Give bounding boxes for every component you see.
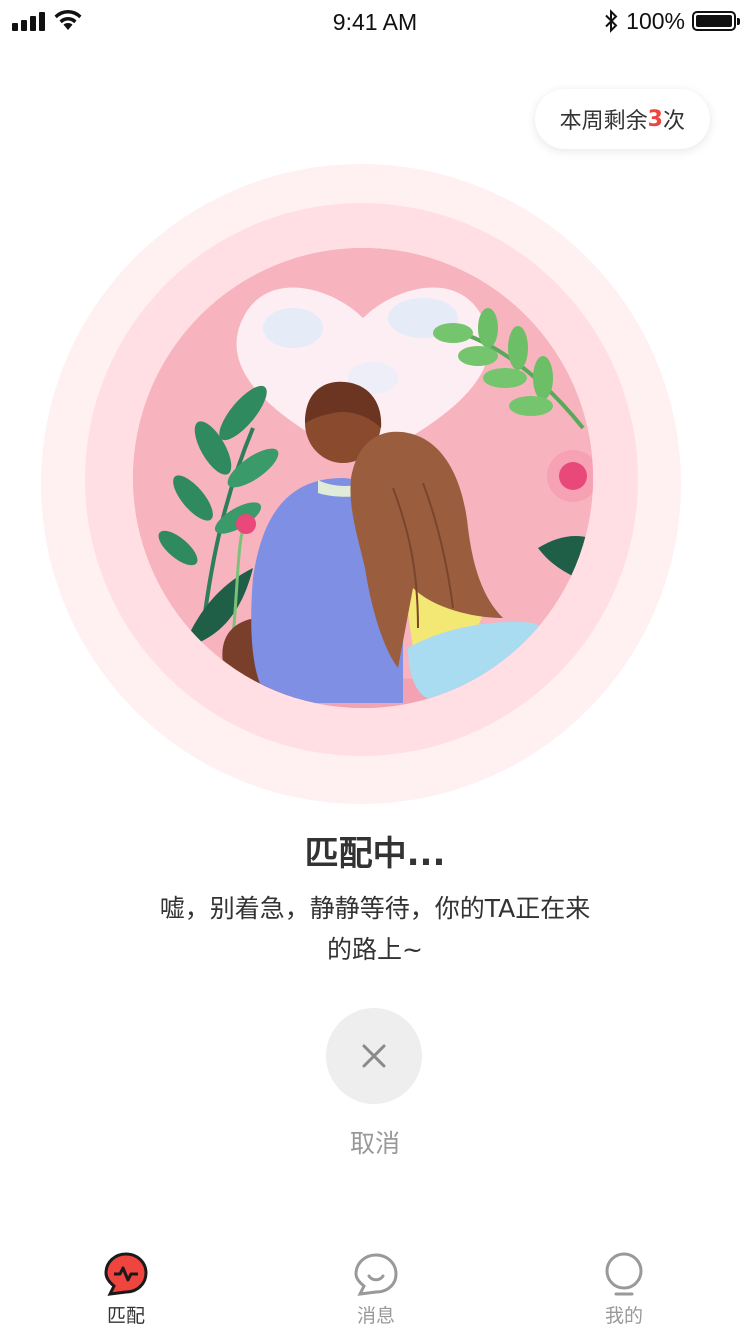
remaining-prefix: 本周剩余 <box>559 109 648 134</box>
status-bar: 9:41 AM 100% <box>0 0 750 44</box>
couple-illustration <box>133 248 593 708</box>
profile-icon <box>605 1252 643 1296</box>
match-icon <box>104 1252 148 1296</box>
bluetooth-icon <box>605 9 618 33</box>
tab-bar: 匹配 消息 我的 <box>0 1236 750 1334</box>
tab-messages[interactable]: 消息 <box>316 1250 436 1328</box>
tab-messages-label: 消息 <box>356 1305 395 1327</box>
remaining-suffix: 次 <box>662 109 685 134</box>
tab-match[interactable]: 匹配 <box>66 1250 186 1328</box>
battery-icon <box>692 11 740 31</box>
matching-title: 匹配中... <box>304 834 446 874</box>
tab-match-label: 匹配 <box>106 1305 145 1327</box>
tab-profile[interactable]: 我的 <box>564 1250 684 1328</box>
matching-description: 嘘，别着急，静静等待，你的TA正在来的路上~ <box>159 894 591 964</box>
close-icon <box>362 1044 386 1068</box>
cancel-label[interactable]: 取消 <box>0 1124 750 1160</box>
remaining-count: 3 <box>647 106 663 132</box>
cancel-button[interactable] <box>326 1008 422 1104</box>
battery-percent: 100% <box>626 7 685 34</box>
message-icon <box>354 1253 398 1296</box>
tab-profile-label: 我的 <box>604 1305 643 1327</box>
status-right: 100% <box>604 7 740 34</box>
remaining-count-badge[interactable]: 本周剩余 3 次 <box>534 89 710 149</box>
match-screen: 9:41 AM 100% 本周剩余 3 次 匹配中... 嘘，别着急，静静等待，… <box>0 0 750 1334</box>
